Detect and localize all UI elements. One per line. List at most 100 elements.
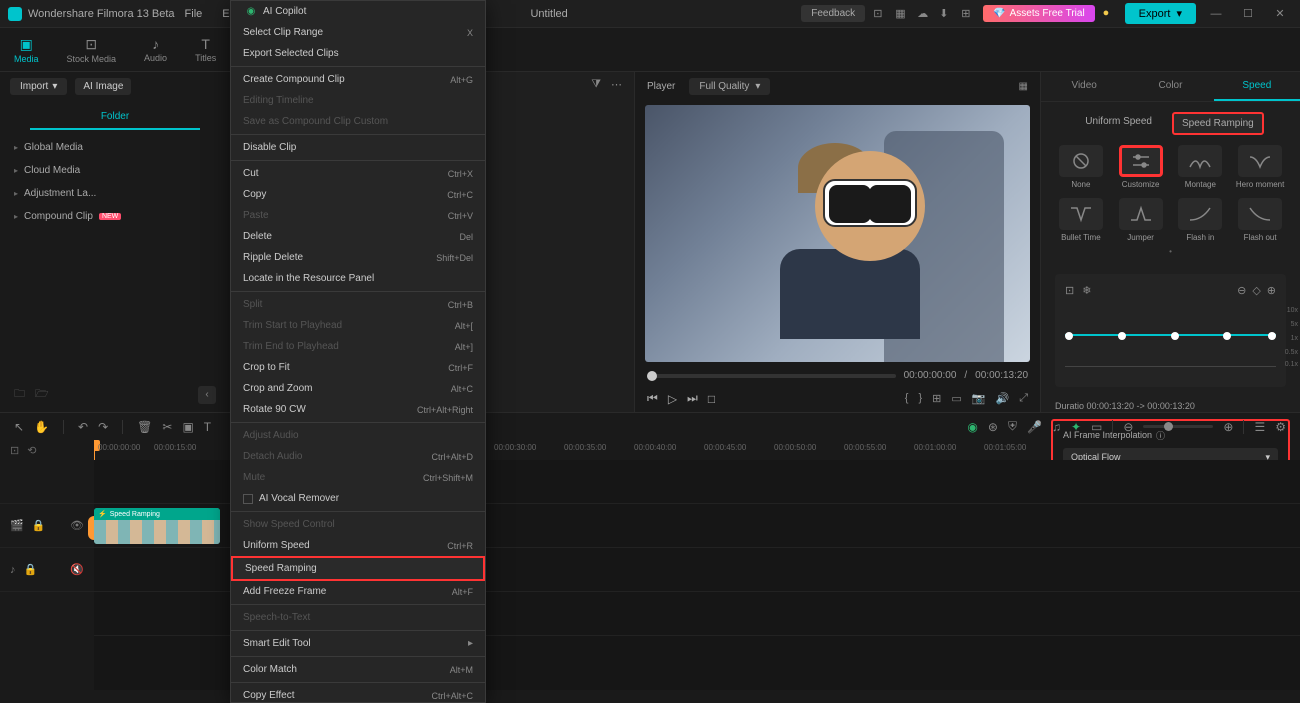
track-icon[interactable]: ⊡ [10,444,19,457]
video-track-head[interactable]: 🎬🔒👁 [0,504,94,548]
redo-icon[interactable]: ↷ [98,420,108,434]
tab-video[interactable]: Video [1041,72,1127,101]
more-icon[interactable]: ⋯ [611,78,622,91]
context-menu-item[interactable]: Copy EffectCtrl+Alt+C [231,685,485,703]
next-frame-icon[interactable]: ⏭ [687,391,698,406]
add-folder-icon[interactable]: 🗁 [35,385,49,404]
ramp-tool-icon[interactable]: ⊡ [1065,284,1074,297]
timeline-clip[interactable]: ⚡Speed Ramping [94,508,220,544]
remove-keyframe-icon[interactable]: ⊖ [1237,284,1246,297]
audio-track-head[interactable]: ♪🔒🔇 [0,548,94,592]
preset-bullet-time[interactable]: Bullet Time [1055,198,1107,243]
quality-dropdown[interactable]: Full Quality ▾ [689,78,770,95]
preset-customize[interactable]: Customize [1115,145,1167,190]
context-menu-item[interactable]: Export Selected Clips [231,43,485,64]
subtab-uniform-speed[interactable]: Uniform Speed [1077,112,1160,135]
context-menu-item[interactable]: ◉AI Copilot [231,1,485,22]
mic-icon[interactable]: 🎤 [1027,420,1042,434]
zoom-slider[interactable] [1143,425,1213,428]
keyframe-icon[interactable]: ◇ [1252,284,1260,297]
list-icon[interactable]: ☰ [1254,420,1265,434]
subtab-speed-ramping[interactable]: Speed Ramping [1172,112,1264,135]
context-menu-item[interactable]: Locate in the Resource Panel [231,268,485,289]
snapshot-icon[interactable]: ▦ [1019,81,1028,92]
context-menu-item[interactable]: AI Vocal Remover [231,488,485,509]
menu-file[interactable]: File [175,8,213,20]
preview-video[interactable] [645,105,1030,362]
preset-jumper[interactable]: Jumper [1115,198,1167,243]
mute-icon[interactable]: 🔇 [70,563,84,576]
split-icon[interactable]: ✂ [162,420,172,434]
context-menu-item[interactable]: Select Clip RangeX [231,22,485,43]
play-icon[interactable]: ▷ [668,392,677,406]
zoom-in-icon[interactable]: ⊕ [1223,420,1233,434]
ramp-graph-area[interactable]: ⊡ ❄ ⊖ ◇ ⊕ 10x 5x 1x 0.5x 0.1x [1055,274,1286,387]
filter-icon[interactable]: ⧩ [591,78,601,91]
maximize-icon[interactable]: ☐ [1236,7,1260,20]
apps-icon[interactable]: ⊞ [961,7,975,21]
display-mode-icon[interactable]: ▭ [951,392,961,405]
volume-icon[interactable]: 🔊 [995,392,1009,405]
context-menu-item[interactable]: Smart Edit Tool▸ [231,633,485,654]
settings-icon[interactable]: ⚙ [1275,420,1286,434]
context-menu-item[interactable]: Speed Ramping [231,556,485,581]
speed-icon[interactable]: ⊛ [988,420,998,434]
hand-icon[interactable]: ✋ [34,420,49,434]
delete-icon[interactable]: 🗑 [137,420,152,434]
import-dropdown[interactable]: Import ▾ [10,78,67,95]
crop-icon[interactable]: ▣ [182,420,193,434]
context-menu-item[interactable]: Uniform SpeedCtrl+R [231,535,485,556]
context-menu-item[interactable]: Crop to FitCtrl+F [231,357,485,378]
context-menu-item[interactable]: DeleteDel [231,226,485,247]
pointer-icon[interactable]: ↖ [14,420,24,434]
context-menu-item[interactable]: Disable Clip [231,137,485,158]
preset-flash-in[interactable]: Flash in [1175,198,1227,243]
sidebar-item-adjustment-layer[interactable]: ▸Adjustment La... [0,182,230,205]
assets-trial-button[interactable]: 💎 Assets Free Trial [983,5,1094,22]
context-menu-item[interactable]: Color MatchAlt+M [231,659,485,680]
music-icon[interactable]: ♫ [1052,420,1061,434]
download-icon[interactable]: ⬇ [939,7,953,21]
folder-tab[interactable]: Folder [30,105,200,130]
tab-media[interactable]: ▣Media [14,36,39,64]
context-menu-item[interactable]: CopyCtrl+C [231,184,485,205]
image-icon[interactable]: ▦ [895,7,909,21]
stop-icon[interactable]: □ [708,392,715,406]
preset-none[interactable]: None [1055,145,1107,190]
coin-icon[interactable]: ● [1103,7,1117,21]
add-keyframe-icon[interactable]: ⊕ [1267,284,1276,297]
marker-icon[interactable]: ▭ [1091,420,1102,434]
display-icon[interactable]: ⊡ [873,7,887,21]
tab-titles[interactable]: TTitles [195,36,216,63]
prev-frame-icon[interactable]: ⏮ [647,391,658,406]
context-menu-item[interactable]: Create Compound ClipAlt+G [231,69,485,90]
text-icon[interactable]: T [204,420,211,434]
context-menu-item[interactable]: Rotate 90 CWCtrl+Alt+Right [231,399,485,420]
context-menu-item[interactable]: CutCtrl+X [231,163,485,184]
tab-stock-media[interactable]: ⊡Stock Media [67,36,117,64]
sidebar-item-cloud-media[interactable]: ▸Cloud Media [0,159,230,182]
tab-color[interactable]: Color [1127,72,1213,101]
feedback-button[interactable]: Feedback [801,5,865,22]
seek-bar[interactable] [647,374,896,378]
context-menu-item[interactable]: Ripple DeleteShift+Del [231,247,485,268]
sidebar-item-global-media[interactable]: ▸Global Media [0,136,230,159]
link-icon[interactable]: ⟲ [27,444,36,457]
magic-icon[interactable]: ✦ [1071,420,1081,434]
context-menu-item[interactable]: Crop and ZoomAlt+C [231,378,485,399]
playhead[interactable] [94,440,95,460]
ai-image-button[interactable]: AI Image [75,78,131,95]
fullscreen-icon[interactable]: ⤢ [1019,392,1028,405]
collapse-icon[interactable]: ‹ [198,386,216,404]
context-menu-item[interactable]: Add Freeze FrameAlt+F [231,581,485,602]
preset-hero-moment[interactable]: Hero moment [1234,145,1286,190]
folder-icon[interactable]: 🗀 [14,385,25,404]
close-icon[interactable]: ✕ [1268,7,1292,20]
lock-icon[interactable]: 🔒 [24,563,38,576]
sidebar-item-compound-clip[interactable]: ▸Compound ClipNEW [0,205,230,228]
cloud-icon[interactable]: ☁ [917,7,931,21]
undo-icon[interactable]: ↶ [78,420,88,434]
mark-out-icon[interactable]: } [918,392,922,405]
tab-audio[interactable]: ♪Audio [144,36,167,63]
zoom-out-icon[interactable]: ⊖ [1123,420,1133,434]
